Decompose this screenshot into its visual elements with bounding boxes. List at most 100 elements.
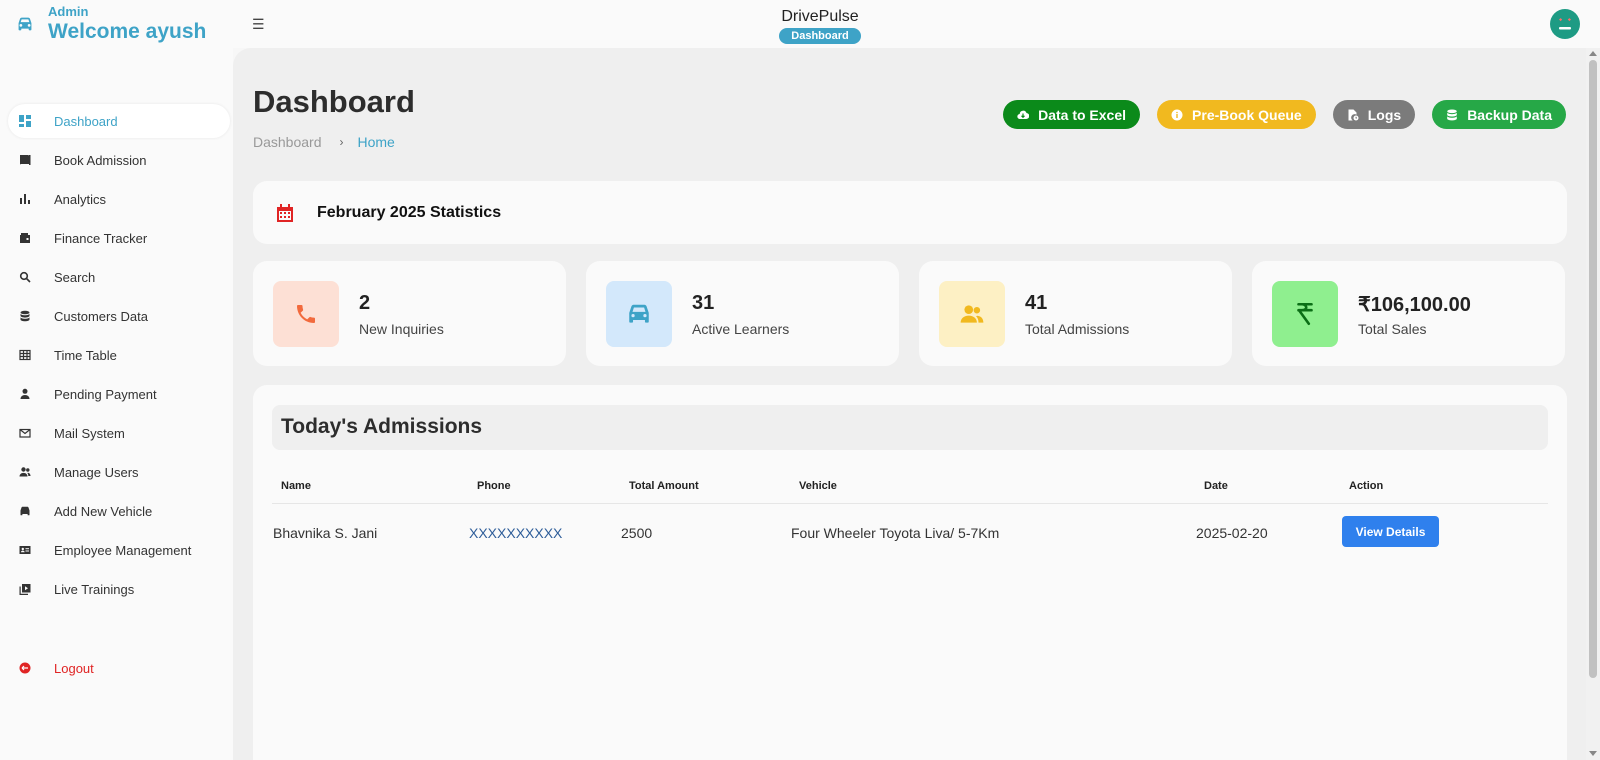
logout-label: Logout	[54, 660, 94, 676]
sidebar-item-logout[interactable]: Logout	[8, 651, 230, 685]
stat-value: 31	[692, 292, 715, 314]
column-header-vehicle: Vehicle	[799, 480, 837, 492]
calendar-icon	[277, 203, 293, 222]
sidebar-item-pending-payment[interactable]: Pending Payment	[8, 377, 230, 411]
info-icon	[1171, 109, 1183, 121]
sidebar-item-live-trainings[interactable]: Live Trainings	[8, 572, 230, 606]
button-label: Pre-Book Queue	[1192, 106, 1302, 123]
sidebar-item-label: Time Table	[54, 347, 117, 363]
panel-header: Today's Admissions	[272, 405, 1548, 450]
rupee-icon	[1297, 302, 1313, 326]
sidebar-item-search[interactable]: Search	[8, 260, 230, 294]
sidebar-item-label: Customers Data	[54, 308, 148, 324]
sidebar-item-customers-data[interactable]: Customers Data	[8, 299, 230, 333]
button-label: Logs	[1367, 106, 1402, 123]
id-card-icon	[19, 544, 31, 556]
avatar-face-icon	[1559, 18, 1571, 30]
database-icon	[1446, 109, 1458, 121]
sidebar-item-label: Mail System	[54, 425, 125, 441]
book-icon	[19, 154, 31, 166]
file-clock-icon	[1347, 109, 1359, 121]
sidebar-item-label: Dashboard	[54, 113, 118, 129]
page-badge: Dashboard	[779, 28, 861, 44]
brand: Admin Welcome ayush	[14, 5, 206, 42]
pre-book-queue-button[interactable]: Pre-Book Queue	[1157, 100, 1316, 129]
phone-icon	[297, 305, 315, 323]
stat-value: 41	[1025, 292, 1048, 314]
view-details-button[interactable]: View Details	[1342, 516, 1439, 547]
video-library-icon	[19, 583, 31, 595]
database-icon	[19, 310, 31, 322]
top-header: Admin Welcome ayush ☰ DrivePulse Dashboa…	[0, 0, 1600, 48]
column-header-name: Name	[281, 480, 311, 492]
sidebar-item-label: Add New Vehicle	[54, 503, 153, 519]
chevron-right-icon: ›	[339, 135, 344, 149]
sidebar-item-label: Live Trainings	[54, 581, 135, 597]
sidebar-item-label: Book Admission	[54, 152, 147, 168]
menu-toggle-icon[interactable]: ☰	[252, 16, 265, 33]
table-icon	[19, 349, 31, 361]
cell-name: Bhavnika S. Jani	[273, 525, 378, 541]
action-buttons: Data to Excel Pre-Book Queue Logs Backup…	[986, 100, 1566, 129]
breadcrumb-dashboard[interactable]: Dashboard	[253, 134, 322, 150]
stat-card-total-sales: ₹106,100.00 Total Sales	[1252, 261, 1565, 366]
page-title: Dashboard	[253, 84, 415, 119]
users-icon	[960, 305, 984, 323]
search-icon	[19, 271, 31, 283]
sidebar: Dashboard Book Admission Analytics Finan…	[0, 48, 233, 760]
sidebar-item-dashboard[interactable]: Dashboard	[8, 104, 230, 138]
scrollbar-thumb[interactable]	[1589, 60, 1597, 678]
sidebar-item-employee-management[interactable]: Employee Management	[8, 533, 230, 567]
scroll-up-arrow-icon[interactable]	[1589, 51, 1597, 56]
cell-vehicle: Four Wheeler Toyota Liva/ 5-7Km	[791, 525, 1000, 541]
stat-value: ₹106,100.00	[1358, 294, 1471, 316]
sidebar-item-manage-users[interactable]: Manage Users	[8, 455, 230, 489]
car-icon	[629, 304, 649, 323]
sidebar-item-book-admission[interactable]: Book Admission	[8, 143, 230, 177]
stat-label: Total Admissions	[1025, 321, 1130, 337]
data-to-excel-button[interactable]: Data to Excel	[1003, 100, 1141, 129]
sidebar-item-analytics[interactable]: Analytics	[8, 182, 230, 216]
page-scrollbar[interactable]	[1586, 48, 1600, 760]
sidebar-item-finance-tracker[interactable]: Finance Tracker	[8, 221, 230, 255]
mail-icon	[19, 427, 31, 439]
welcome-text: Welcome ayush	[48, 20, 207, 43]
sidebar-item-label: Finance Tracker	[54, 230, 148, 246]
logs-button[interactable]: Logs	[1332, 100, 1416, 129]
wallet-icon	[19, 232, 31, 244]
backup-data-button[interactable]: Backup Data	[1432, 100, 1566, 129]
cell-phone[interactable]: XXXXXXXXXX	[469, 525, 562, 541]
sidebar-item-label: Analytics	[54, 191, 107, 207]
cell-date: 2025-02-20	[1196, 525, 1268, 541]
stat-icon-box	[273, 281, 339, 347]
cell-amount: 2500	[621, 525, 653, 541]
sidebar-item-label: Search	[54, 269, 96, 285]
stat-icon-box	[1272, 281, 1338, 347]
sidebar-item-label: Manage Users	[54, 464, 139, 480]
stat-icon-box	[606, 281, 672, 347]
stat-label: New Inquiries	[359, 321, 444, 337]
sidebar-item-add-new-vehicle[interactable]: Add New Vehicle	[8, 494, 230, 528]
stat-card-active-learners: 31 Active Learners	[586, 261, 899, 366]
statistics-title: February 2025 Statistics	[317, 203, 502, 221]
scroll-down-arrow-icon[interactable]	[1589, 751, 1597, 756]
car-icon	[19, 505, 31, 517]
column-header-date: Date	[1204, 480, 1228, 492]
statistics-header: February 2025 Statistics	[253, 181, 1567, 244]
button-label: Data to Excel	[1038, 106, 1127, 123]
column-header-total-amount: Total Amount	[629, 480, 699, 492]
stat-card-total-admissions: 41 Total Admissions	[919, 261, 1232, 366]
breadcrumb-home[interactable]: Home	[358, 134, 395, 150]
stat-value: 2	[359, 292, 371, 314]
header-divider	[272, 503, 1548, 504]
cloud-download-icon	[1017, 109, 1030, 121]
sidebar-item-time-table[interactable]: Time Table	[8, 338, 230, 372]
stat-icon-box	[939, 281, 1005, 347]
car-icon	[18, 17, 32, 31]
sidebar-item-mail-system[interactable]: Mail System	[8, 416, 230, 450]
avatar[interactable]	[1550, 9, 1580, 39]
users-icon	[19, 466, 31, 478]
stat-label: Total Sales	[1358, 321, 1427, 337]
breadcrumb: Dashboard › Home	[253, 134, 395, 150]
dashboard-icon	[19, 115, 31, 127]
